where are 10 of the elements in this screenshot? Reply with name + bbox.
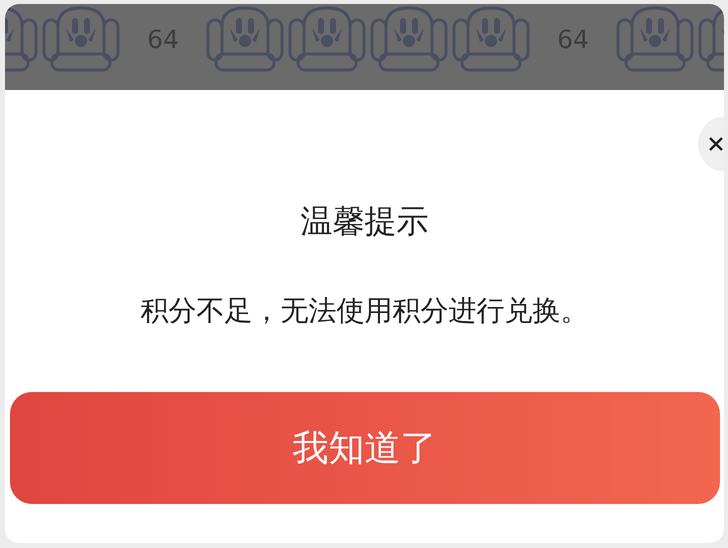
dialog-title: 温馨提示 bbox=[300, 201, 428, 242]
confirm-button[interactable]: 我知道了 bbox=[10, 392, 720, 504]
seat-icon[interactable] bbox=[452, 6, 530, 72]
seat-icon[interactable] bbox=[288, 6, 366, 72]
close-icon bbox=[709, 137, 723, 151]
seat-icon[interactable] bbox=[370, 6, 448, 72]
seat-icon[interactable] bbox=[42, 6, 120, 72]
dialog-message: 积分不足，无法使用积分进行兑换。 bbox=[140, 293, 588, 329]
seat-icon[interactable] bbox=[206, 6, 284, 72]
seat-icon[interactable] bbox=[616, 6, 694, 72]
